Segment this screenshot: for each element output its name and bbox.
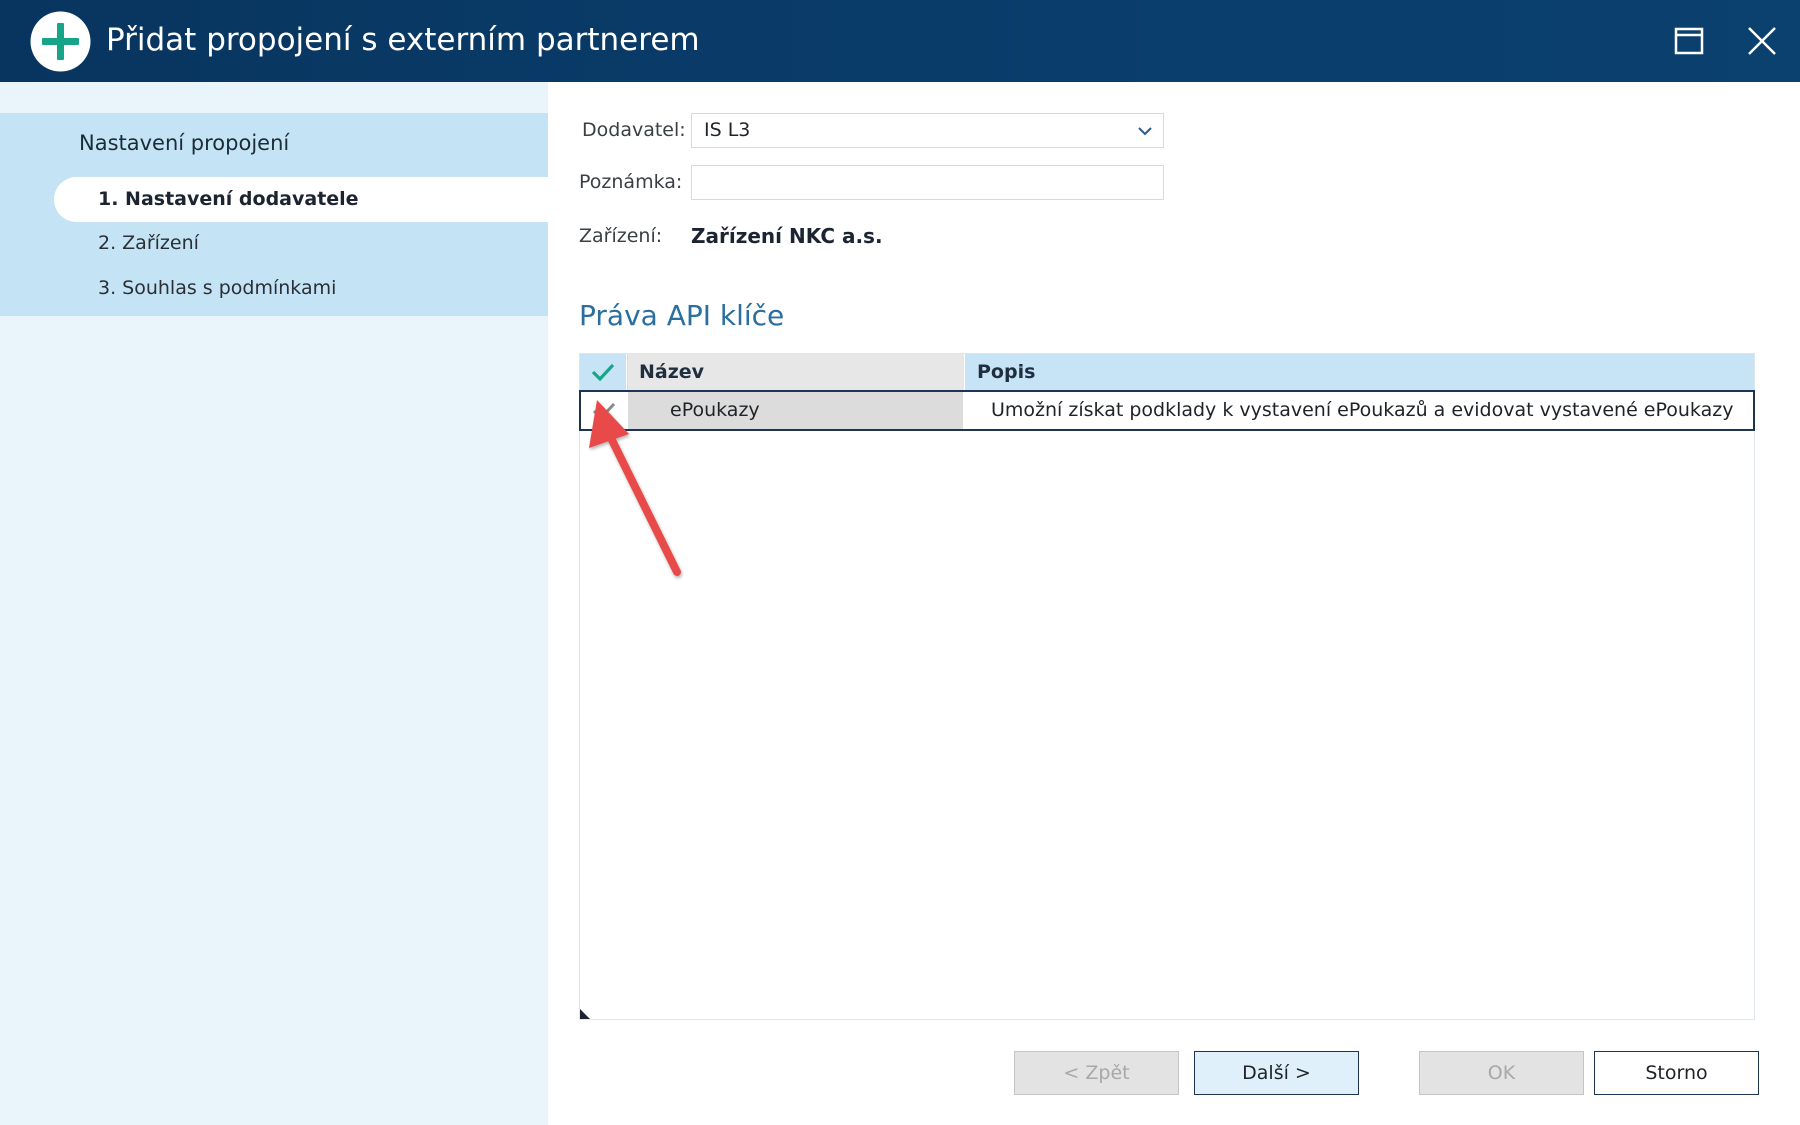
close-button[interactable] (1739, 18, 1785, 64)
checkmark-icon (591, 363, 615, 382)
table-row[interactable]: ePoukazy Umožní získat podklady k vystav… (579, 390, 1755, 431)
supplier-select[interactable]: IS L3 (691, 113, 1164, 148)
maximize-button[interactable] (1666, 18, 1712, 64)
wizard-sidebar: Nastavení propojení 1. Nastavení dodavat… (0, 82, 548, 1125)
step-supplier-settings[interactable]: 1. Nastavení dodavatele (54, 177, 548, 222)
cancel-button[interactable]: Storno (1594, 1051, 1759, 1095)
note-input[interactable] (691, 165, 1164, 200)
device-value: Zařízení NKC a.s. (691, 224, 883, 248)
device-label: Zařízení: (579, 225, 663, 247)
row-description-cell: Umožní získat podklady k vystavení ePouk… (991, 399, 1734, 421)
api-rights-grid: Název Popis ePoukazy Umožní získat podkl… (579, 353, 1755, 1020)
ok-button[interactable]: OK (1419, 1051, 1584, 1095)
column-header-name[interactable]: Název (628, 354, 965, 390)
steps-heading: Nastavení propojení (79, 131, 290, 155)
api-rights-title: Práva API klíče (579, 299, 785, 332)
next-button[interactable]: Další > (1194, 1051, 1359, 1095)
step-device[interactable]: 2. Zařízení (98, 232, 199, 254)
close-icon (1748, 27, 1776, 55)
checkmark-icon (592, 402, 615, 420)
supplier-label: Dodavatel: (582, 119, 686, 141)
row-name-cell: ePoukazy (628, 392, 965, 429)
add-circle-icon (30, 11, 91, 72)
grid-header: Název Popis (580, 354, 1754, 390)
column-header-description[interactable]: Popis (966, 354, 1754, 390)
select-all-checkbox[interactable] (580, 354, 627, 390)
resize-grip-icon[interactable] (580, 1009, 590, 1019)
wizard-steps: Nastavení propojení 1. Nastavení dodavat… (0, 113, 548, 316)
title-bar: Přidat propojení s externím partnerem (0, 0, 1800, 82)
back-button[interactable]: < Zpět (1014, 1051, 1179, 1095)
maximize-icon (1674, 27, 1704, 55)
dialog-window: Přidat propojení s externím partnerem Na… (0, 0, 1800, 1125)
chevron-down-icon (1138, 127, 1152, 136)
row-checkbox[interactable] (581, 392, 627, 429)
window-title: Přidat propojení s externím partnerem (106, 22, 700, 58)
note-label: Poznámka: (579, 171, 683, 193)
step-terms-consent[interactable]: 3. Souhlas s podmínkami (98, 277, 336, 299)
supplier-select-value: IS L3 (704, 119, 751, 141)
